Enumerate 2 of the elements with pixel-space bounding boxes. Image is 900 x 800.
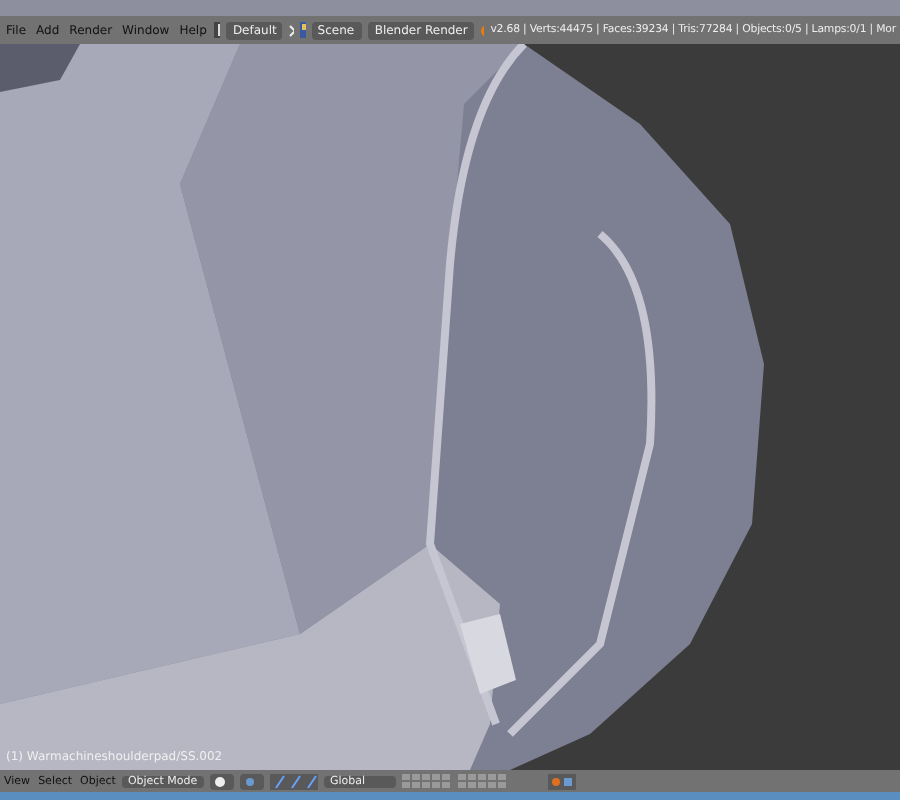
manipulator-icon[interactable] — [269, 773, 318, 789]
snap-icon[interactable] — [547, 773, 576, 789]
